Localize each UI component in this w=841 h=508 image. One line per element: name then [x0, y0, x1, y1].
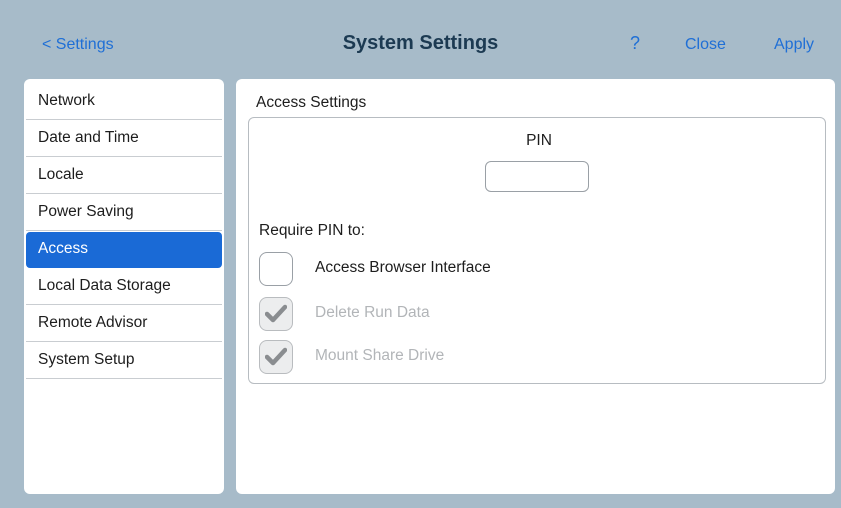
- mount-share-drive-checkbox: [259, 340, 293, 374]
- delete-run-data-label: Delete Run Data: [315, 304, 430, 321]
- mount-share-drive-label: Mount Share Drive: [315, 347, 445, 364]
- sidebar-item-locale[interactable]: Locale: [26, 158, 222, 194]
- access-settings-group: PIN Require PIN to: Access Browser Inter…: [248, 117, 826, 384]
- help-button[interactable]: ?: [630, 33, 640, 54]
- access-browser-interface-checkbox[interactable]: [259, 252, 293, 286]
- sidebar-item-local-data-storage[interactable]: Local Data Storage: [26, 269, 222, 305]
- check-icon: [265, 347, 287, 366]
- settings-sidebar: Network Date and Time Locale Power Savin…: [24, 79, 224, 494]
- top-bar: < Settings System Settings ? Close Apply: [0, 0, 841, 80]
- access-settings-panel: Access Settings PIN Require PIN to: Acce…: [236, 79, 835, 494]
- sidebar-item-power-saving[interactable]: Power Saving: [26, 195, 222, 231]
- close-button[interactable]: Close: [685, 36, 726, 54]
- pin-label: PIN: [526, 132, 552, 149]
- sidebar-item-access[interactable]: Access: [26, 232, 222, 268]
- apply-button[interactable]: Apply: [774, 36, 814, 54]
- pin-input[interactable]: [485, 161, 589, 192]
- sidebar-item-network[interactable]: Network: [26, 84, 222, 120]
- section-title: Access Settings: [256, 94, 367, 111]
- sidebar-item-date-and-time[interactable]: Date and Time: [26, 121, 222, 157]
- sidebar-item-system-setup[interactable]: System Setup: [26, 343, 222, 379]
- delete-run-data-checkbox: [259, 297, 293, 331]
- sidebar-item-remote-advisor[interactable]: Remote Advisor: [26, 306, 222, 342]
- check-icon: [265, 304, 287, 323]
- require-pin-label: Require PIN to:: [259, 222, 365, 239]
- access-browser-interface-label: Access Browser Interface: [315, 259, 491, 276]
